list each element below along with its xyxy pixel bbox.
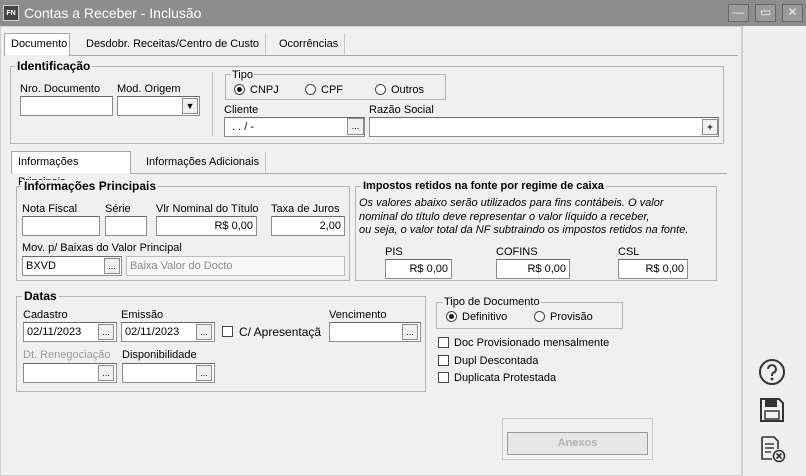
cadastro-label: Cadastro <box>23 309 68 321</box>
doc-provisionado-checkbox[interactable] <box>438 337 449 348</box>
taxa-juros-label: Taxa de Juros <box>271 203 340 215</box>
mov-baixas-label: Mov. p/ Baixas do Valor Principal <box>22 242 182 254</box>
dt-renegociacao-calendar-button[interactable]: ... <box>98 365 114 381</box>
anexos-button[interactable]: Anexos <box>507 432 648 455</box>
close-button[interactable]: ✕ <box>782 4 803 22</box>
vlr-nominal-label: Vlr Nominal do Título <box>156 203 259 215</box>
tipo-cpf-radio[interactable] <box>305 84 316 95</box>
tipo-outros-label: Outros <box>391 84 425 96</box>
cofins-label: COFINS <box>496 246 538 258</box>
identificacao-separator <box>212 72 213 136</box>
title-bar: FN Contas a Receber - Inclusão — ▭ ✕ <box>0 0 806 26</box>
impostos-legend: Impostos retidos na fonte por regime de … <box>361 180 606 193</box>
save-icon[interactable] <box>759 397 785 423</box>
c-apresentacao-checkbox[interactable] <box>222 326 233 337</box>
identificacao-legend: Identificação <box>15 59 93 73</box>
help-icon[interactable] <box>758 358 786 386</box>
serie-label: Série <box>105 203 131 215</box>
cofins-input[interactable]: R$ 0,00 <box>496 259 570 279</box>
subtab-divider-gap <box>12 173 130 174</box>
tab-desdobr-receitas[interactable]: Desdobr. Receitas/Centro de Custo <box>79 33 267 55</box>
taxa-juros-input[interactable]: 2,00 <box>271 216 345 236</box>
app-logo-icon: FN <box>3 5 19 21</box>
doc-provisionado-label: Doc Provisionado mensalmente <box>454 337 610 349</box>
dupl-descontada-checkbox[interactable] <box>438 355 449 366</box>
datas-legend: Datas <box>22 289 59 303</box>
pis-input[interactable]: R$ 0,00 <box>385 259 452 279</box>
cadastro-calendar-button[interactable]: ... <box>98 324 114 340</box>
dupl-descontada-label: Dupl Descontada <box>454 355 539 367</box>
window-title: Contas a Receber - Inclusão <box>24 5 202 21</box>
disponibilidade-calendar-button[interactable]: ... <box>196 365 212 381</box>
tipo-outros-radio[interactable] <box>375 84 386 95</box>
tipo-documento-legend: Tipo de Documento <box>443 296 541 308</box>
tab-ocorrencias[interactable]: Ocorrências <box>272 33 346 55</box>
mod-origem-label: Mod. Origem <box>117 83 181 95</box>
side-toolbar <box>742 26 806 476</box>
cliente-input[interactable]: . . / - <box>224 117 365 137</box>
serie-input[interactable] <box>105 216 147 236</box>
pis-label: PIS <box>385 246 403 258</box>
dt-renegociacao-label: Dt. Renegociação <box>23 349 111 361</box>
nota-fiscal-label: Nota Fiscal <box>22 203 78 215</box>
mov-baixas-description: Baixa Valor do Docto <box>126 256 345 276</box>
maximize-button[interactable]: ▭ <box>755 4 776 22</box>
tipo-cnpj-label: CNPJ <box>250 84 279 96</box>
nro-documento-label: Nro. Documento <box>20 83 101 95</box>
vlr-nominal-input[interactable]: R$ 0,00 <box>156 216 257 236</box>
nro-documento-input[interactable] <box>20 96 113 116</box>
c-apresentacao-label: C/ Apresentaçã <box>239 325 322 339</box>
definitivo-radio[interactable] <box>446 311 457 322</box>
impostos-note-line-2: nominal do título deve representar o val… <box>359 211 650 223</box>
tipo-cpf-label: CPF <box>321 84 343 96</box>
razao-social-add-button[interactable]: + <box>702 119 718 135</box>
nota-fiscal-input[interactable] <box>22 216 100 236</box>
minimize-button[interactable]: — <box>728 4 749 22</box>
tipo-legend: Tipo <box>231 69 254 81</box>
tab-divider <box>4 55 738 56</box>
cliente-label: Cliente <box>224 104 259 116</box>
tipo-cnpj-radio[interactable] <box>234 84 245 95</box>
csl-input[interactable]: R$ 0,00 <box>618 259 688 279</box>
razao-social-label: Razão Social <box>369 104 434 116</box>
info-principais-legend: Informações Principais <box>22 179 159 193</box>
vencimento-calendar-button[interactable]: ... <box>402 324 418 340</box>
emissao-calendar-button[interactable]: ... <box>196 324 212 340</box>
chevron-down-icon[interactable]: ▼ <box>182 98 198 114</box>
duplicata-protestada-checkbox[interactable] <box>438 372 449 383</box>
duplicata-protestada-label: Duplicata Protestada <box>454 372 557 384</box>
impostos-note-line-1: Os valores abaixo serão utilizados para … <box>359 197 664 209</box>
disponibilidade-label: Disponibilidade <box>122 349 197 361</box>
tab-informacoes-principais[interactable]: Informações Principais <box>11 151 131 188</box>
tab-informacoes-adicionais[interactable]: Informações Adicionais <box>139 151 267 173</box>
cancel-document-icon[interactable] <box>760 435 786 463</box>
provisao-label: Provisão <box>550 311 593 323</box>
mov-baixas-lookup-button[interactable]: ... <box>104 258 120 274</box>
tab-divider-gap <box>5 55 69 56</box>
emissao-label: Emissão <box>121 309 164 321</box>
definitivo-label: Definitivo <box>462 311 508 323</box>
csl-label: CSL <box>618 246 640 258</box>
cliente-lookup-button[interactable]: ... <box>347 118 364 135</box>
impostos-note-line-3: ou seja, o valor total da NF subtraindo … <box>359 224 689 236</box>
razao-social-input[interactable] <box>369 117 719 137</box>
provisao-radio[interactable] <box>534 311 545 322</box>
vencimento-label: Vencimento <box>329 309 387 321</box>
tab-documento[interactable]: Documento <box>4 33 70 56</box>
